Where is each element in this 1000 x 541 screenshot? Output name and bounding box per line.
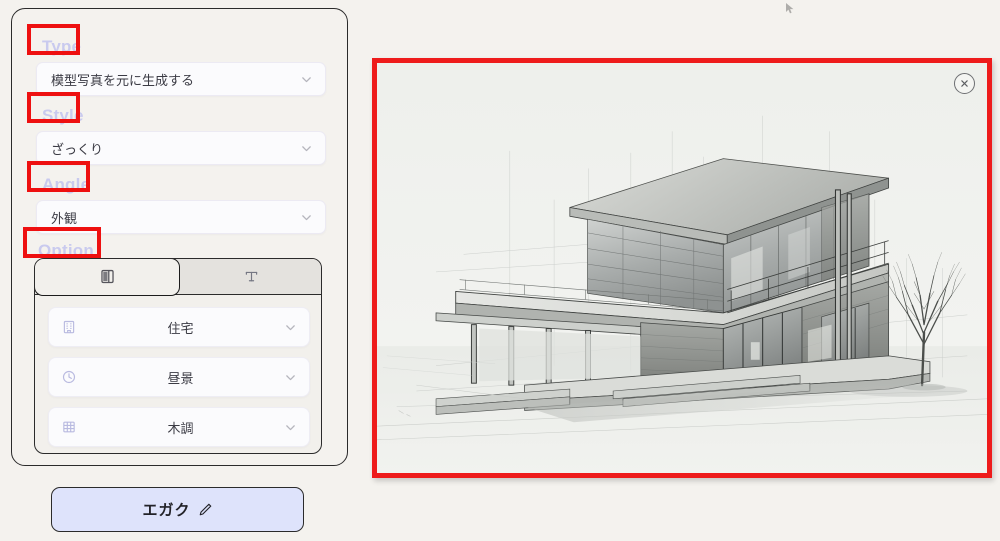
option-row-building[interactable]: 住宅 — [48, 307, 310, 347]
option-row-time-value: 昼景 — [167, 371, 194, 387]
field-label-type: Type — [42, 37, 82, 56]
type-select-value: 模型写真を元に生成する — [51, 73, 195, 89]
chevron-down-icon — [300, 73, 313, 86]
panel-layout-icon — [99, 268, 116, 285]
preview-image-container — [377, 63, 987, 473]
preview-panel — [372, 58, 992, 478]
option-row-building-value: 住宅 — [167, 321, 194, 337]
style-select-value: ざっくり — [51, 142, 104, 158]
chevron-down-icon — [284, 421, 297, 434]
building-icon — [61, 319, 77, 335]
tab-text[interactable] — [179, 259, 321, 294]
option-tabbar — [35, 259, 321, 296]
angle-select[interactable]: 外観 — [36, 200, 326, 234]
type-select[interactable]: 模型写真を元に生成する — [36, 62, 326, 96]
chevron-down-icon — [300, 142, 313, 155]
option-row-time[interactable]: 昼景 — [48, 357, 310, 397]
close-circle-icon[interactable] — [954, 73, 975, 94]
chevron-down-icon — [284, 321, 297, 334]
angle-select-value: 外観 — [51, 211, 78, 227]
mouse-cursor — [786, 1, 795, 14]
pencil-icon — [198, 502, 213, 517]
generate-button[interactable]: エガク — [51, 487, 304, 532]
chevron-down-icon — [284, 371, 297, 384]
field-label-angle: Angle — [42, 175, 91, 194]
text-type-icon — [243, 268, 260, 285]
field-label-style: Style — [42, 106, 84, 125]
style-select[interactable]: ざっくり — [36, 131, 326, 165]
field-label-option: Option — [38, 241, 94, 260]
chevron-down-icon — [300, 211, 313, 224]
option-rows: 住宅 昼景 木調 — [35, 297, 321, 453]
architectural-sketch-image — [377, 63, 987, 473]
option-row-material[interactable]: 木調 — [48, 407, 310, 447]
clock-icon — [61, 369, 77, 385]
option-card: 住宅 昼景 木調 — [34, 258, 322, 454]
option-row-material-value: 木調 — [167, 421, 194, 437]
generate-button-label: エガク — [142, 501, 191, 519]
tab-layout[interactable] — [35, 259, 180, 296]
app-root: Type 模型写真を元に生成する Style ざっくり Angle 外観 Opt… — [0, 0, 1000, 541]
grid-texture-icon — [61, 419, 77, 435]
